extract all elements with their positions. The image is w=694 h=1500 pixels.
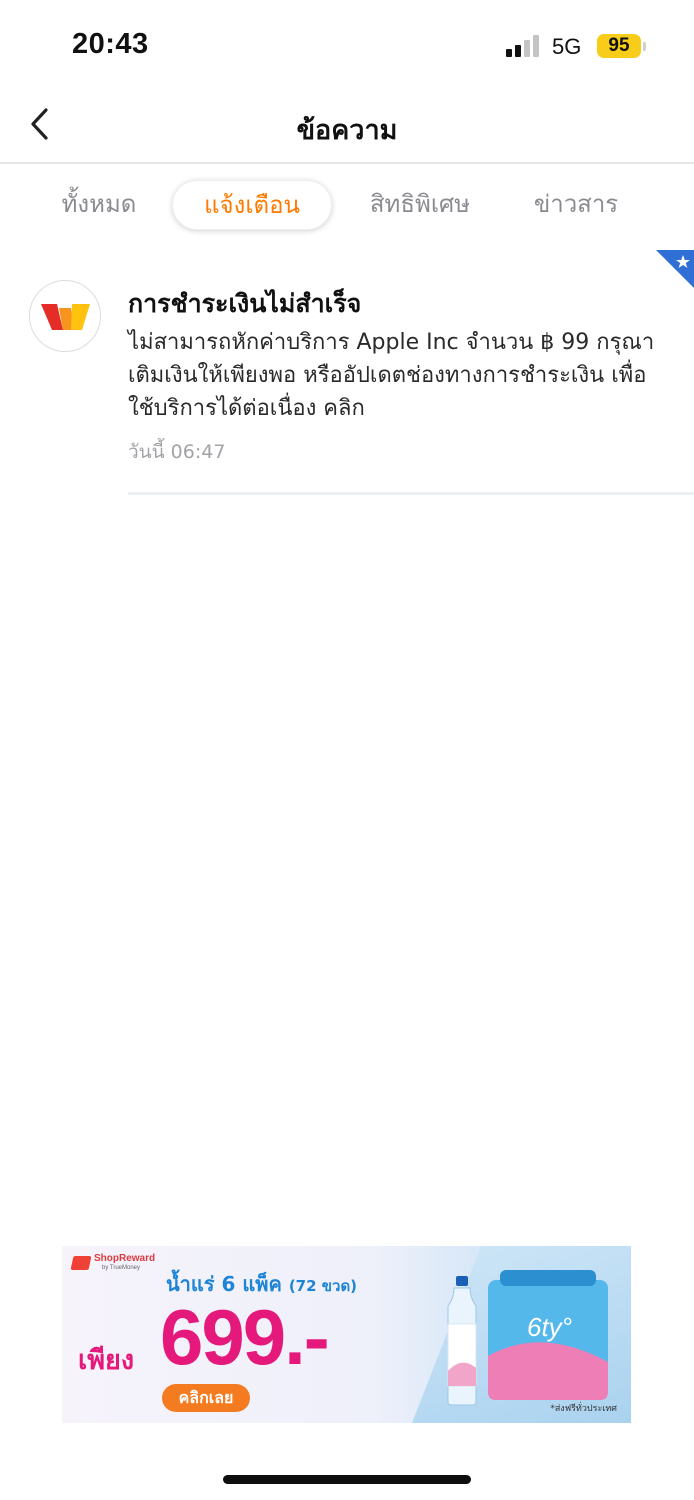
notification-time: วันนี้ 06:47 <box>128 441 226 463</box>
water-bottle-image <box>447 1276 477 1406</box>
tab-notifications[interactable]: แจ้งเตือน <box>172 180 332 230</box>
tab-news[interactable]: ข่าวสาร <box>516 180 636 228</box>
tab-privileges[interactable]: สิทธิพิเศษ <box>350 180 490 228</box>
signal-icon <box>506 33 542 57</box>
status-time: 20:43 <box>72 28 149 60</box>
ad-price-prefix: เพียง <box>78 1345 135 1376</box>
home-indicator <box>223 1475 471 1484</box>
battery-level: 95 <box>608 35 630 56</box>
water-pack-image: 6ty° <box>482 1266 612 1406</box>
status-bar: 20:43 5G 95 <box>0 0 694 90</box>
ad-cta-button[interactable]: คลิกเลย <box>162 1384 250 1412</box>
divider <box>128 492 694 495</box>
ad-shipping-note: *ส่งฟรีทั่วประเทศ <box>550 1404 617 1414</box>
ad-banner[interactable]: ShopReward by TrueMoney น้ำแร่ 6 แพ็ค (7… <box>62 1246 631 1423</box>
battery-icon: 95 <box>597 34 641 58</box>
ad-price: 699.- <box>160 1293 330 1381</box>
ad-logo-sub: by TrueMoney <box>102 1265 141 1271</box>
network-label: 5G <box>552 34 582 59</box>
truemoney-logo-icon <box>29 280 101 352</box>
notification-title: การชำระเงินไม่สำเร็จ <box>128 289 362 318</box>
ad-brand: 6ty° <box>527 1312 572 1342</box>
battery-cap <box>643 42 646 51</box>
tab-all[interactable]: ทั้งหมด <box>42 180 156 228</box>
ad-logo-text: ShopReward <box>94 1253 156 1264</box>
star-icon <box>656 250 694 288</box>
shopreward-logo-icon <box>70 1256 92 1270</box>
notification-body: ไม่สามารถหักค่าบริการ Apple Inc จำนวน ฿ … <box>128 330 655 421</box>
tab-bar: ทั้งหมด แจ้งเตือน สิทธิพิเศษ ข่าวสาร <box>0 180 694 232</box>
page-title: ข้อความ <box>296 115 398 146</box>
header: ข้อความ <box>0 90 694 164</box>
notification-item[interactable]: การชำระเงินไม่สำเร็จ ไม่สามารถหักค่าบริก… <box>0 250 694 495</box>
